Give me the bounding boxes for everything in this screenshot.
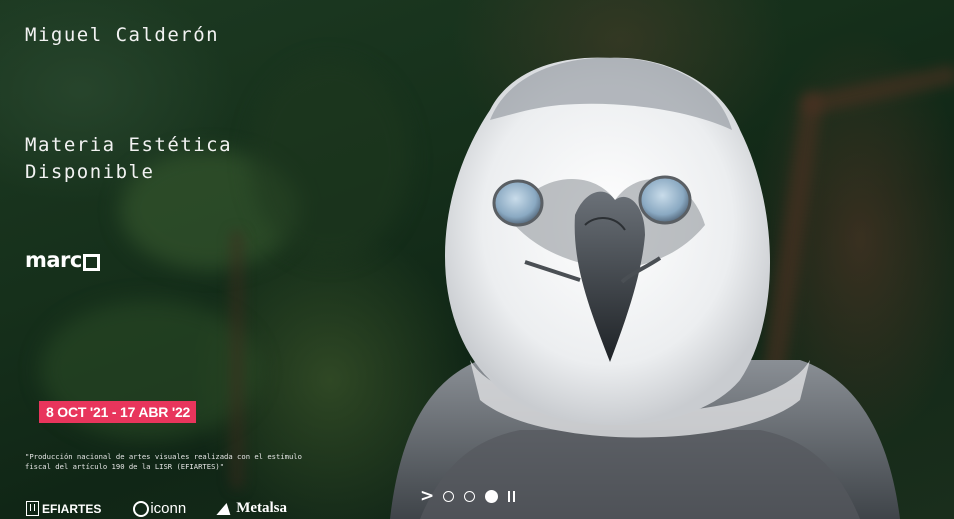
iconn-ring-icon <box>133 500 150 517</box>
sponsor-logos: EFIARTES iconn Metalsa <box>26 500 319 517</box>
slider-dot-2[interactable] <box>464 490 476 502</box>
divider-line: ____________________ <box>25 10 194 22</box>
divider-line: ____________________ <box>25 120 194 132</box>
sponsor-name: iconn <box>150 500 187 517</box>
chevron-right-icon[interactable]: > <box>420 488 434 505</box>
date-badge: 8 OCT '21 - 17 ABR '22 <box>39 401 197 423</box>
slider-dot-1[interactable] <box>443 490 455 502</box>
efiartes-logo-icon <box>26 501 39 516</box>
artist-name: Miguel Calderón <box>25 24 220 46</box>
exhibition-title-block: ____________________ Materia Estética Di… <box>25 120 307 186</box>
sponsor-efiartes[interactable]: EFIARTES <box>26 501 101 516</box>
fiscal-note: "Producción nacional de artes visuales r… <box>25 452 302 471</box>
sponsor-name: EFIARTES <box>42 501 102 516</box>
divider-line: ____________________ <box>25 228 194 240</box>
hero-slide: ____________________ Miguel Calderón ___… <box>0 0 954 519</box>
metalsa-logo-icon <box>216 502 234 515</box>
sponsor-name: Metalsa <box>236 500 288 516</box>
slider-dot-3[interactable] <box>485 489 499 503</box>
marco-logo[interactable]: marc <box>25 248 100 272</box>
pause-icon[interactable] <box>508 490 518 502</box>
marco-logo-text: marc <box>25 248 82 272</box>
exhibition-title-line-1: Materia Estética <box>25 134 233 156</box>
square-o-icon <box>82 253 100 271</box>
slider-controls: > <box>420 488 518 505</box>
sponsor-iconn[interactable]: iconn <box>133 500 186 517</box>
harpy-eagle-photo <box>390 57 900 519</box>
exhibition-title-line-2: Disponible <box>25 161 155 183</box>
logo-block: ____________________ marc <box>25 228 307 272</box>
artist-block: ____________________ Miguel Calderón <box>25 10 307 46</box>
sponsor-metalsa[interactable]: Metalsa <box>216 500 288 517</box>
